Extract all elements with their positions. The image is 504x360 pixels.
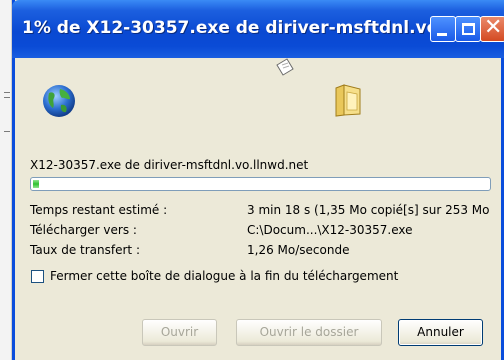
- progress-bar: [30, 177, 491, 191]
- flying-document-icon: [276, 58, 294, 76]
- window-title: 1% de X12-30357.exe de diriver-msftdnl.v…: [22, 18, 458, 38]
- download-dialog: 1% de X12-30357.exe de diriver-msftdnl.v…: [12, 0, 504, 360]
- cancel-button[interactable]: Annuler: [398, 319, 483, 346]
- progress-fill: [33, 180, 39, 188]
- open-button[interactable]: Ouvrir: [142, 319, 217, 346]
- minimize-button[interactable]: [430, 16, 456, 42]
- folder-icon: [335, 84, 361, 117]
- maximize-button[interactable]: [455, 16, 481, 42]
- desktop-edge-mark: [4, 97, 10, 98]
- title-bar[interactable]: 1% de X12-30357.exe de diriver-msftdnl.v…: [12, 0, 504, 58]
- desktop-edge-mark: [4, 131, 10, 132]
- desktop-edge: [0, 0, 12, 360]
- transfer-rate-value: 1,26 Mo/seconde: [247, 243, 350, 257]
- desktop-edge-mark: [4, 92, 10, 93]
- close-on-finish-label[interactable]: Fermer cette boîte de dialogue à la fin …: [50, 269, 398, 283]
- close-button[interactable]: ✕: [480, 15, 504, 42]
- time-remaining-label: Temps restant estimé :: [30, 203, 168, 217]
- download-to-label: Télécharger vers :: [30, 223, 137, 237]
- time-remaining-value: 3 min 18 s (1,35 Mo copié[s] sur 253 Mo: [247, 203, 490, 217]
- source-file-url: X12-30357.exe de diriver-msftdnl.vo.llnw…: [30, 158, 309, 172]
- minimize-icon: [437, 33, 447, 36]
- download-to-value: C:\Docum...\X12-30357.exe: [247, 223, 413, 237]
- close-on-finish-checkbox[interactable]: [31, 270, 44, 283]
- maximize-icon: [462, 23, 475, 35]
- close-icon: ✕: [484, 15, 503, 40]
- open-folder-button[interactable]: Ouvrir le dossier: [236, 319, 382, 346]
- globe-icon: [43, 85, 75, 117]
- transfer-rate-label: Taux de transfert :: [30, 243, 140, 257]
